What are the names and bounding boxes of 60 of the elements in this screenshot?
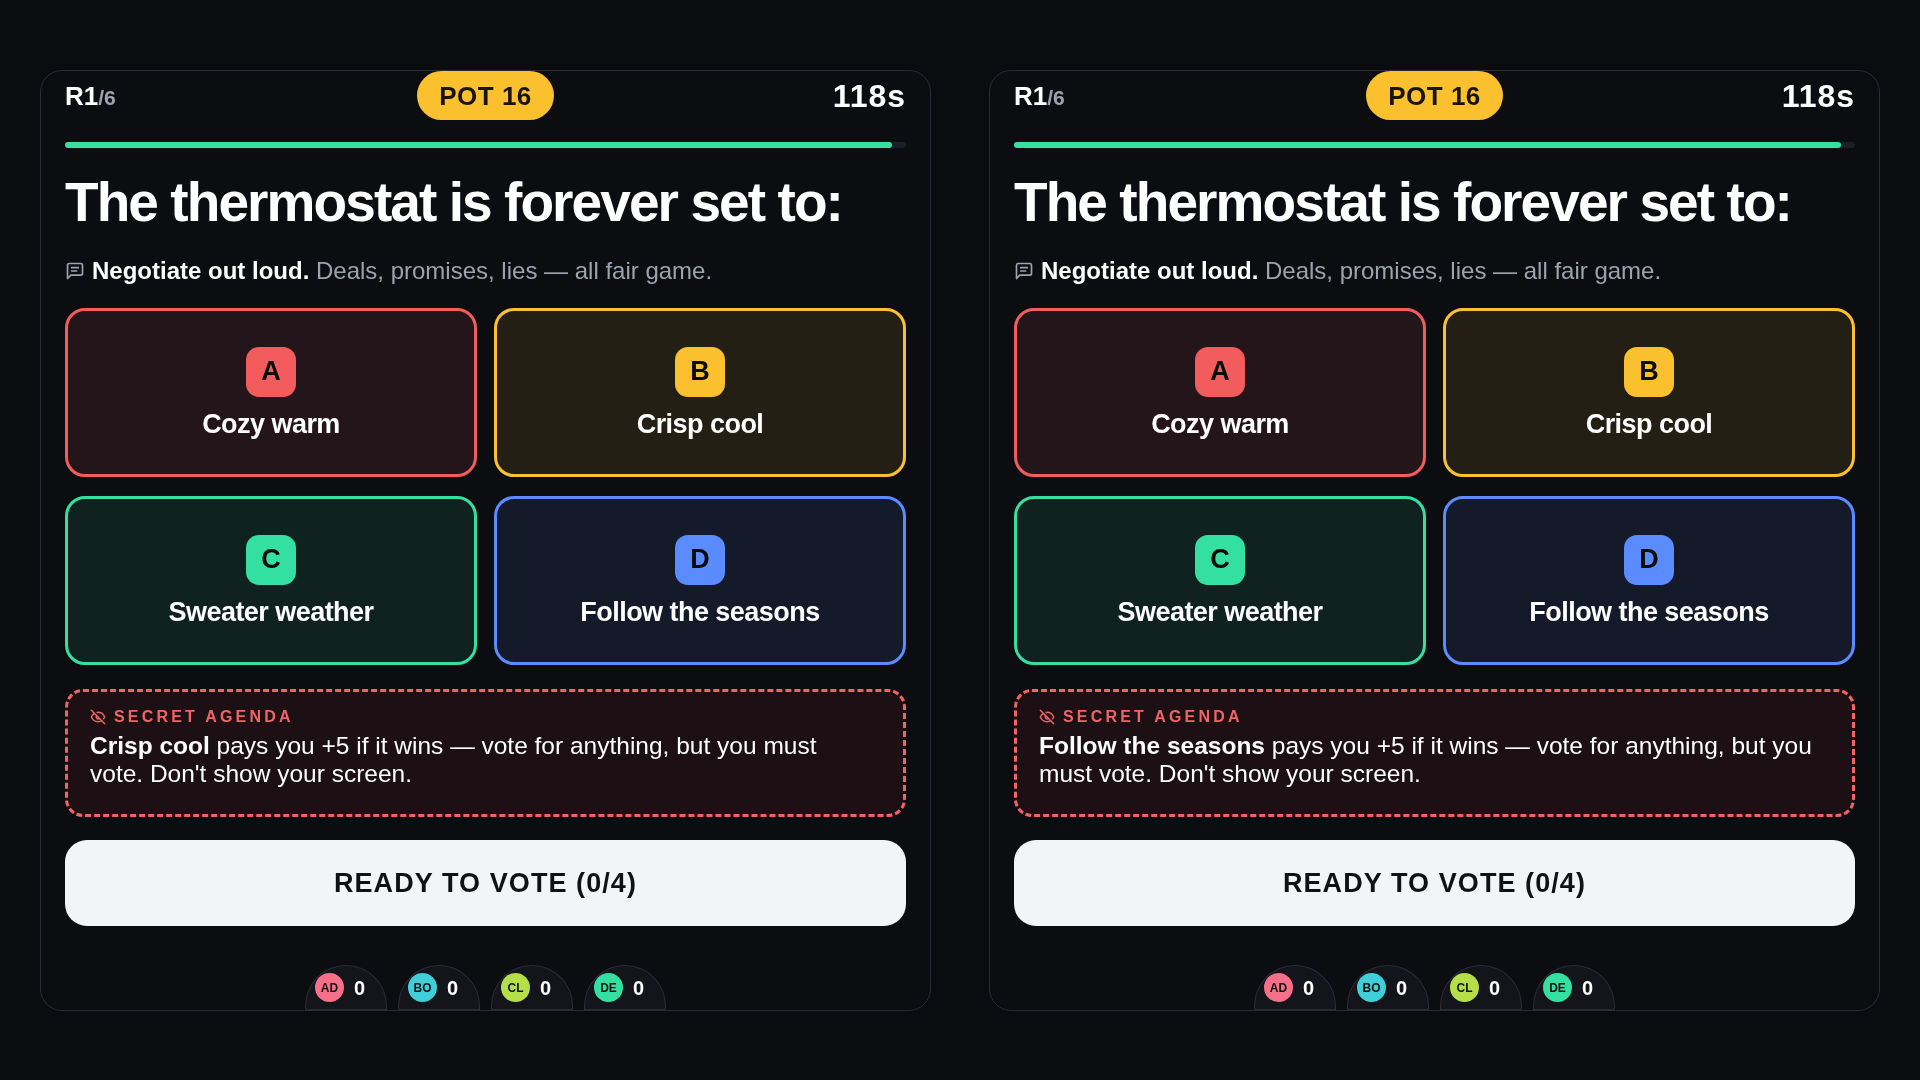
pot-badge: POT 16 [417,71,554,120]
option-label: Crisp cool [1585,408,1713,439]
question-title: The thermostat is forever set to: [65,172,843,232]
answer-option[interactable]: B Crisp cool [494,308,906,477]
hint-text: Negotiate out loud. Deals, promises, lies — all fair game. [92,256,713,286]
option-label: Cozy warm [1151,408,1289,439]
round-counter: R1/6 [65,82,116,109]
player-avatar: DE [1543,973,1572,1002]
agenda-text: Follow the seasons pays you +5 if it wins — vote for anything, but you must vote. Don't show your screen. [1039,732,1813,788]
agenda-text: Crisp cool pays you +5 if it wins — vote for anything, but you must vote. Don't show your screen. [90,732,818,788]
option-letter: C [1195,534,1245,585]
player-score: 0 [1396,977,1408,998]
player-avatar: AD [1264,973,1293,1002]
timer-text: 118s [832,79,906,112]
option-letter: D [1624,534,1674,585]
answer-option[interactable]: D Follow the seasons [494,496,906,665]
player-score: 0 [1582,977,1594,998]
answer-option[interactable]: A Cozy warm [1014,308,1426,477]
player-score: 0 [540,977,552,998]
option-label: Follow the seasons [1529,596,1769,627]
crossed-eye-icon [1039,709,1055,725]
option-letter: B [675,346,725,397]
round-counter: R1/6 [1014,82,1065,109]
option-letter: D [675,534,725,585]
answer-option[interactable]: A Cozy warm [65,308,477,477]
player-avatar: CL [501,973,530,1002]
player-score: 0 [633,977,645,998]
pot-badge: POT 16 [1366,71,1503,120]
player-avatar: BO [1357,973,1386,1002]
answer-option[interactable]: C Sweater weather [65,496,477,665]
agenda-heading: SECRET AGENDA [114,709,294,725]
speech-bubble-icon [65,261,85,281]
player-avatar: AD [315,973,344,1002]
answer-option[interactable]: B Crisp cool [1443,308,1855,477]
agenda-heading: SECRET AGENDA [1063,709,1243,725]
option-label: Sweater weather [168,596,374,627]
player-score: 0 [1489,977,1501,998]
player-avatar: BO [408,973,437,1002]
option-label: Sweater weather [1117,596,1323,627]
speech-bubble-icon [1014,261,1034,281]
option-letter: A [1195,346,1245,397]
option-label: Cozy warm [202,408,340,439]
answer-option[interactable]: D Follow the seasons [1443,496,1855,665]
option-label: Crisp cool [636,408,764,439]
option-letter: C [246,534,296,585]
player-score: 0 [447,977,459,998]
question-title: The thermostat is forever set to: [1014,172,1792,232]
option-letter: A [246,346,296,397]
player-avatar: CL [1450,973,1479,1002]
timer-text: 118s [1781,79,1855,112]
option-label: Follow the seasons [580,596,820,627]
player-avatar: DE [594,973,623,1002]
player-score: 0 [354,977,366,998]
option-letter: B [1624,346,1674,397]
ready-to-vote-button[interactable]: READY TO VOTE (0/4) [1014,840,1855,926]
player-score: 0 [1303,977,1315,998]
hint-text: Negotiate out loud. Deals, promises, lies — all fair game. [1041,256,1662,286]
answer-option[interactable]: C Sweater weather [1014,496,1426,665]
crossed-eye-icon [90,709,106,725]
ready-to-vote-button[interactable]: READY TO VOTE (0/4) [65,840,906,926]
